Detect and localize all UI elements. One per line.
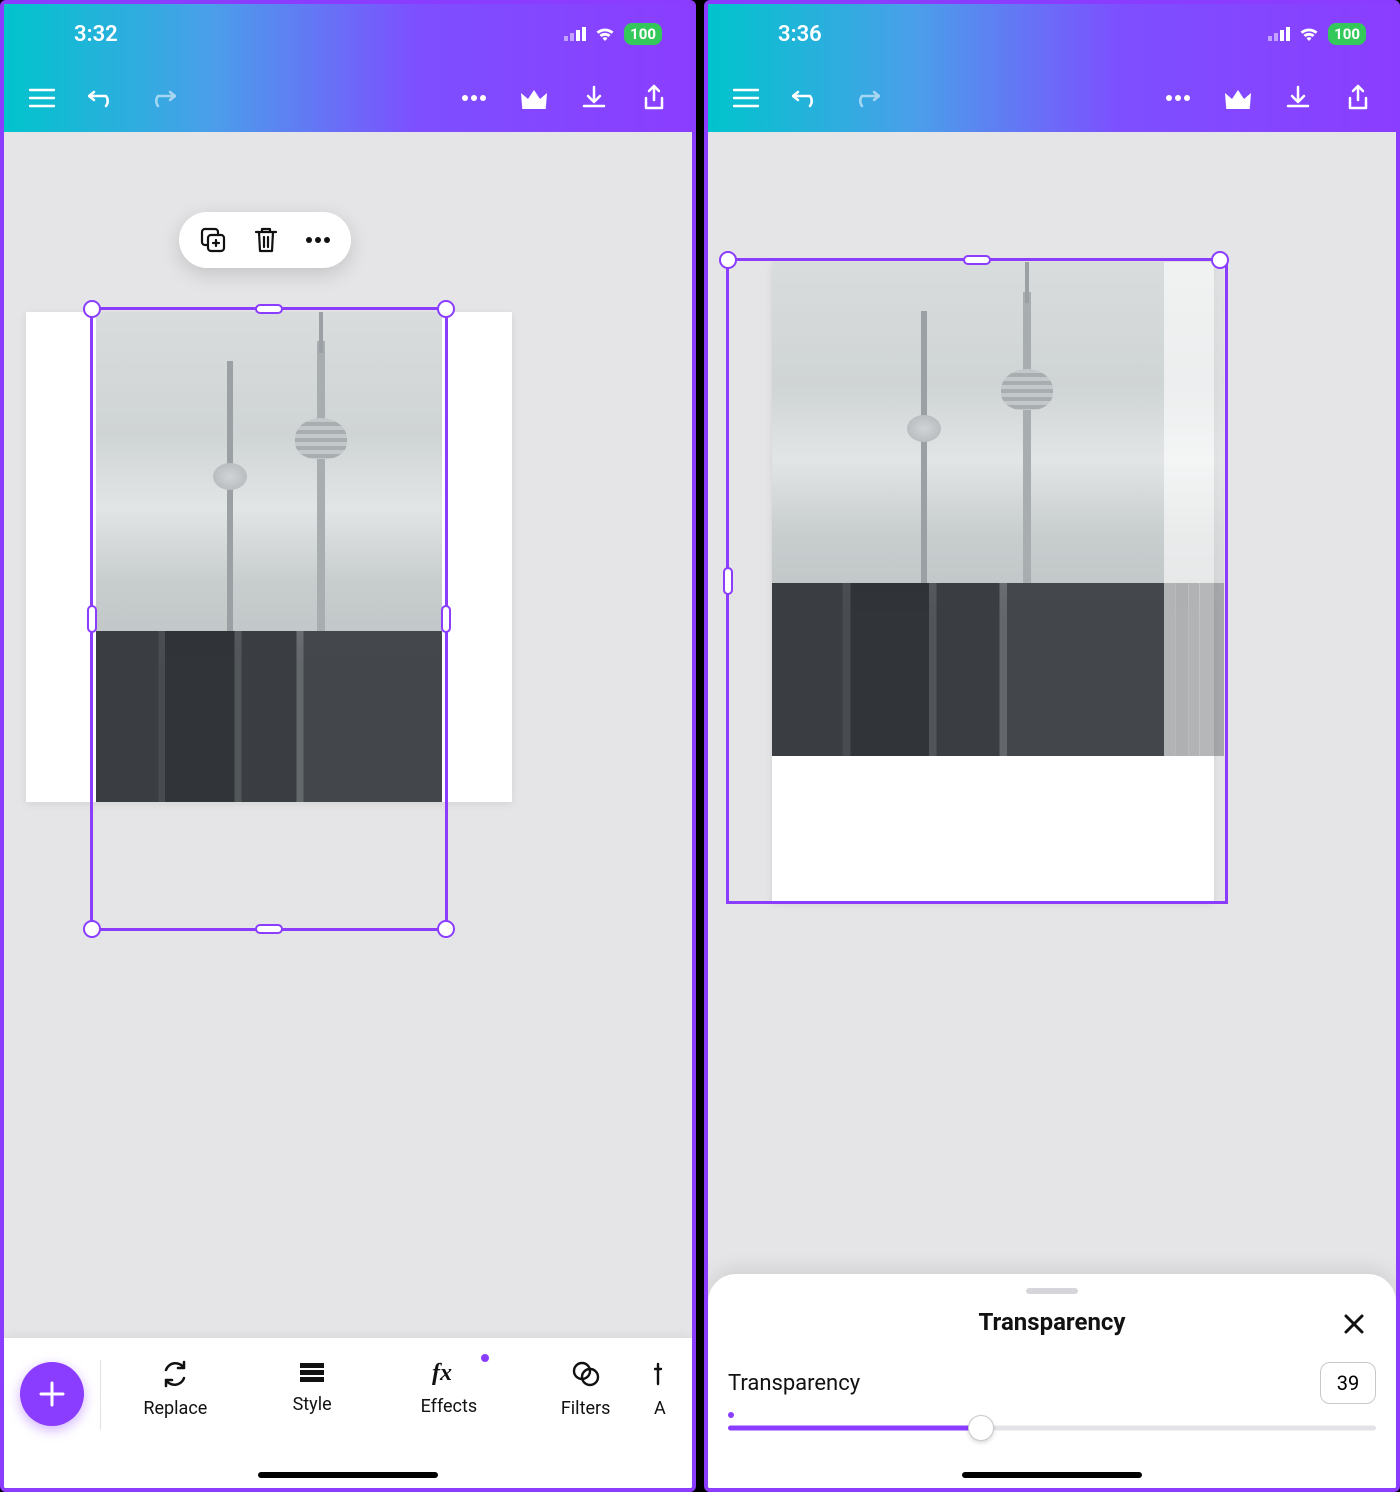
style-icon [297,1360,327,1384]
handle-l[interactable] [723,567,733,595]
tool-indicator-dot [481,1354,489,1362]
delete-button[interactable] [253,226,279,254]
tool-label: A [654,1398,666,1419]
tool-label: Replace [143,1398,207,1419]
app-bar [708,64,1396,132]
cellular-icon [564,27,586,41]
phone-right: 3:36 100 [704,0,1400,1492]
app-bar [4,64,692,132]
handle-tl[interactable] [83,300,101,318]
status-indicators: 100 [564,23,662,45]
slider-thumb[interactable] [968,1415,994,1441]
adjust-icon [654,1360,666,1388]
handle-tl[interactable] [719,251,737,269]
selection-bounds[interactable] [90,307,448,931]
add-fab[interactable] [20,1362,84,1426]
handle-t[interactable] [963,255,991,265]
handle-t[interactable] [255,304,283,314]
slider-min-dot [728,1412,734,1418]
sheet-header: Transparency [728,1308,1376,1336]
download-button[interactable] [574,78,614,118]
slider-value[interactable]: 39 [1320,1362,1376,1404]
home-indicator[interactable] [258,1472,438,1478]
canvas-area[interactable]: Transparency Transparency 39 [708,132,1396,1488]
handle-bl[interactable] [83,920,101,938]
more-button[interactable] [454,78,494,118]
replace-icon [160,1360,190,1388]
status-time: 3:36 [738,22,822,47]
sheet-title: Transparency [978,1308,1125,1336]
download-button[interactable] [1278,78,1318,118]
close-button[interactable] [1336,1306,1372,1342]
handle-b[interactable] [255,924,283,934]
svg-text:fx: fx [432,1360,452,1386]
tool-effects[interactable]: fx Effects [381,1356,518,1417]
status-time: 3:32 [34,22,118,47]
filters-icon [571,1360,601,1388]
sheet-grabber[interactable] [1026,1288,1078,1294]
crown-button[interactable] [514,78,554,118]
share-button[interactable] [634,78,674,118]
tool-label: Style [293,1394,332,1415]
canvas-area[interactable]: Replace Style fx Effects Filters [4,132,692,1488]
tool-label: Effects [421,1396,478,1417]
redo-button[interactable] [846,78,886,118]
menu-button[interactable] [22,78,62,118]
transparency-slider[interactable] [728,1418,1376,1438]
status-bar: 3:32 100 [4,4,692,64]
slider-row: Transparency 39 [728,1362,1376,1404]
fx-icon: fx [432,1360,466,1386]
toolbar-divider [100,1360,101,1430]
battery-badge: 100 [1328,23,1366,45]
tool-filters[interactable]: Filters [517,1356,654,1419]
transparency-sheet: Transparency Transparency 39 [708,1274,1396,1488]
menu-button[interactable] [726,78,766,118]
more-button[interactable] [1158,78,1198,118]
undo-button[interactable] [786,78,826,118]
wifi-icon [594,26,616,42]
share-button[interactable] [1338,78,1378,118]
status-indicators: 100 [1268,23,1366,45]
context-menu [179,212,351,268]
tool-replace[interactable]: Replace [107,1356,244,1419]
home-indicator[interactable] [962,1472,1142,1478]
redo-button[interactable] [142,78,182,118]
handle-br[interactable] [437,920,455,938]
context-more-button[interactable] [305,236,331,244]
tool-adjust-partial[interactable]: A [654,1356,682,1419]
selection-bounds[interactable] [726,258,1228,904]
status-bar: 3:36 100 [708,4,1396,64]
tool-style[interactable]: Style [244,1356,381,1415]
handle-tr[interactable] [437,300,455,318]
crown-button[interactable] [1218,78,1258,118]
slider-fill [728,1426,981,1431]
handle-l[interactable] [87,605,97,633]
handle-tr[interactable] [1211,251,1229,269]
handle-r[interactable] [441,605,451,633]
bottom-toolbar: Replace Style fx Effects Filters [4,1338,692,1488]
wifi-icon [1298,26,1320,42]
battery-badge: 100 [624,23,662,45]
slider-label: Transparency [728,1371,860,1396]
top-chrome: 3:32 100 [4,4,692,132]
cellular-icon [1268,27,1290,41]
tool-label: Filters [561,1398,611,1419]
top-chrome: 3:36 100 [708,4,1396,132]
duplicate-button[interactable] [199,226,227,254]
undo-button[interactable] [82,78,122,118]
phone-left: 3:32 100 [0,0,696,1492]
